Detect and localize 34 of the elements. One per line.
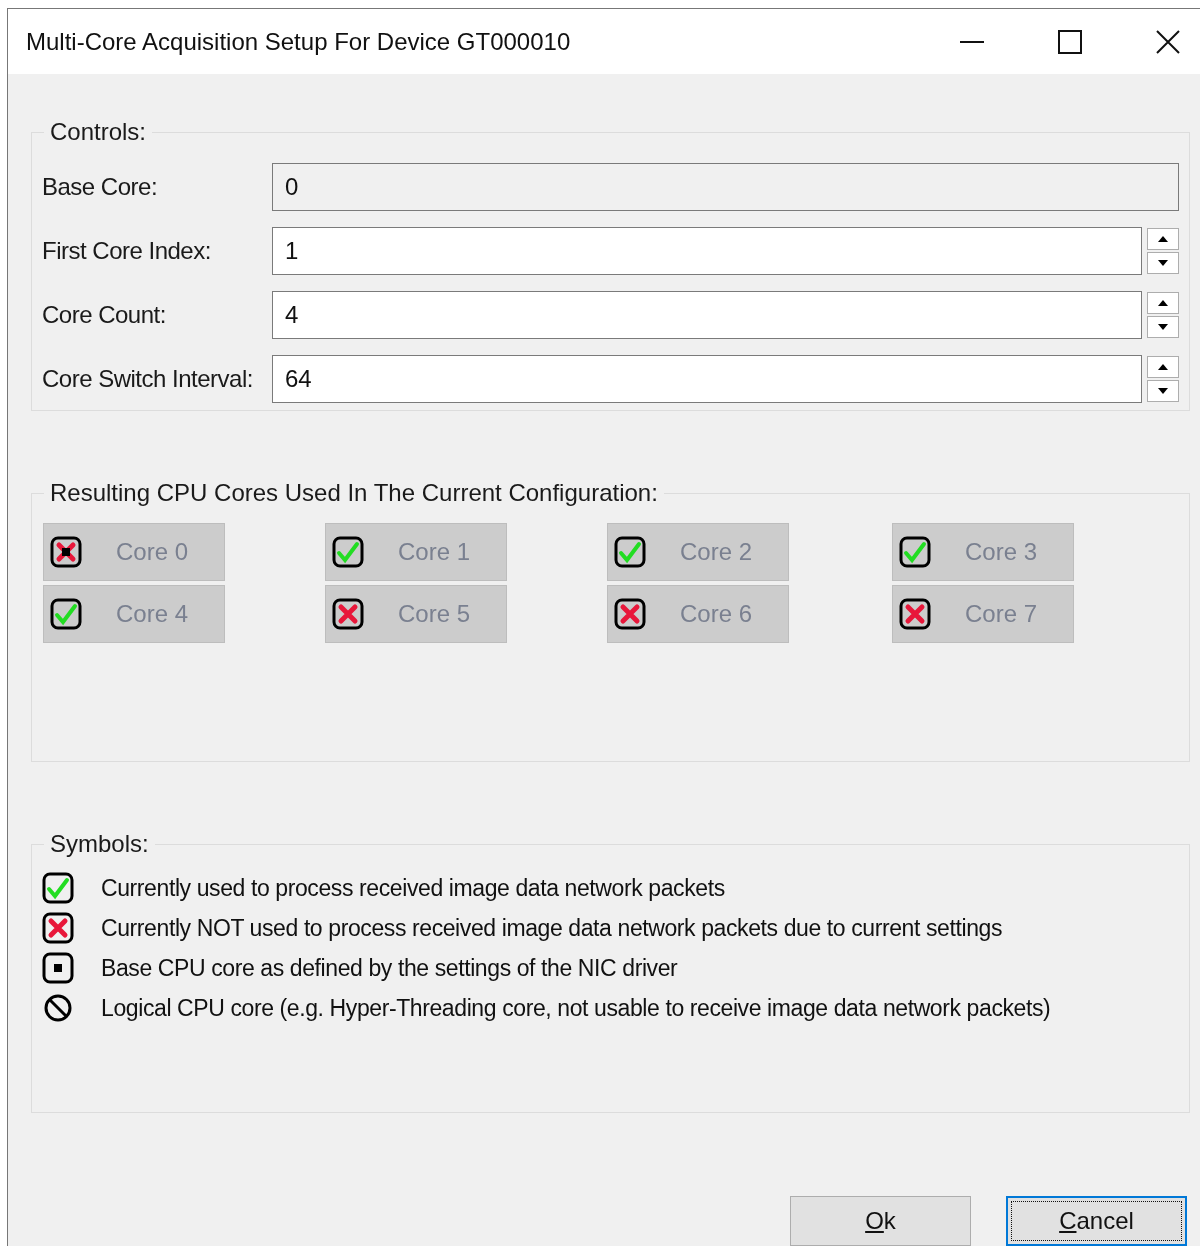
symbol-description: Currently NOT used to process received image data network packets due to current settings bbox=[101, 913, 1003, 943]
field-label: First Core Index: bbox=[42, 236, 212, 266]
spin-up-button[interactable] bbox=[1147, 356, 1179, 378]
spin-down-button[interactable] bbox=[1147, 380, 1179, 402]
field-label: Base Core: bbox=[42, 172, 159, 202]
core-button[interactable]: Core 0 bbox=[43, 523, 225, 581]
spin-up-button[interactable] bbox=[1147, 228, 1179, 250]
core-button[interactable]: Core 6 bbox=[607, 585, 789, 643]
up-triangle-icon bbox=[1158, 364, 1168, 370]
spin-down-button[interactable] bbox=[1147, 316, 1179, 338]
down-triangle-icon bbox=[1158, 260, 1168, 266]
up-triangle-icon bbox=[1158, 300, 1168, 306]
dialog-button[interactable]: Ok bbox=[790, 1196, 971, 1246]
core-button[interactable]: Core 7 bbox=[892, 585, 1074, 643]
symbol-description: Base CPU core as defined by the settings of the NIC driver bbox=[101, 953, 678, 983]
down-triangle-icon bbox=[1158, 388, 1168, 394]
core-button[interactable]: Core 5 bbox=[325, 585, 507, 643]
input-field[interactable]: 1 bbox=[272, 227, 1142, 275]
field-label: Core Count: bbox=[42, 300, 167, 330]
core-button[interactable]: Core 3 bbox=[892, 523, 1074, 581]
input-field[interactable]: 4 bbox=[272, 291, 1142, 339]
core-button[interactable]: Core 1 bbox=[325, 523, 507, 581]
spin-down-button[interactable] bbox=[1147, 252, 1179, 274]
down-triangle-icon bbox=[1158, 324, 1168, 330]
dialog-button[interactable]: Cancel bbox=[1006, 1196, 1187, 1246]
up-triangle-icon bbox=[1158, 236, 1168, 242]
input-field[interactable]: 64 bbox=[272, 355, 1142, 403]
symbol-description: Currently used to process received image data network packets bbox=[101, 873, 725, 903]
field-label: Core Switch Interval: bbox=[42, 364, 254, 394]
spin-up-button[interactable] bbox=[1147, 292, 1179, 314]
window-title: Multi-Core Acquisition Setup For Device GT000010 bbox=[26, 26, 571, 57]
symbol-description: Logical CPU core (e.g. Hyper-Threading core, not usable to receive image data network packets) bbox=[101, 993, 1051, 1023]
core-button[interactable]: Core 2 bbox=[607, 523, 789, 581]
core-button[interactable]: Core 4 bbox=[43, 585, 225, 643]
